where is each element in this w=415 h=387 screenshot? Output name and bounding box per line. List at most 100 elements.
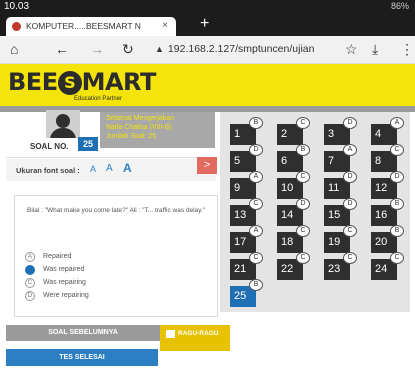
question-nav-18[interactable]: 18 C <box>277 225 310 253</box>
question-nav-16[interactable]: 16 B <box>371 198 404 226</box>
question-nav-number: 24 <box>375 263 388 275</box>
beesmart-logo: BEE S MART <box>8 68 156 96</box>
question-nav-number: 1 <box>234 128 241 140</box>
question-box: Bilal : "What make you come late?" Ali :… <box>14 195 218 317</box>
home-icon[interactable]: ⌂ <box>10 41 18 57</box>
answer-badge: C <box>296 171 310 183</box>
site-warning-icon: ▲ <box>155 44 164 54</box>
question-number-label: SOAL NO. <box>30 142 69 151</box>
question-nav-3[interactable]: 3D <box>324 117 357 145</box>
status-time: 10.03 <box>4 1 30 12</box>
question-nav-12[interactable]: 12 D <box>371 171 404 199</box>
font-size-large-button[interactable]: A <box>123 161 132 175</box>
doubtful-checkbox[interactable] <box>166 330 175 338</box>
tab-favicon-icon <box>12 22 21 31</box>
question-nav-number: 8 <box>375 155 382 167</box>
menu-kebab-icon[interactable]: ⋮ <box>400 41 414 58</box>
option-c-text: Was repairing <box>43 279 86 286</box>
answer-badge: B <box>296 144 310 156</box>
question-nav-13[interactable]: 13 C <box>230 198 263 226</box>
reload-icon[interactable]: ↻ <box>122 41 134 58</box>
question-nav-7[interactable]: 7A <box>324 144 357 172</box>
answer-badge: B <box>249 279 263 291</box>
finish-test-button[interactable]: TES SELESAI <box>6 349 158 366</box>
question-nav-15[interactable]: 15 D <box>324 198 357 226</box>
url-field[interactable]: ▲ 192.168.2.127/smptuncen/ujian <box>155 43 314 55</box>
question-nav-10[interactable]: 10 C <box>277 171 310 199</box>
question-nav-1[interactable]: 1B <box>230 117 263 145</box>
new-tab-icon[interactable]: + <box>200 15 209 33</box>
divider <box>6 157 216 158</box>
student-name: Naifa Chalisa (VIII-B) <box>106 124 172 131</box>
question-nav-25[interactable]: 25 B <box>230 279 263 307</box>
greeting-line: Selamat Mengerjakan <box>106 115 175 122</box>
download-icon[interactable]: ⤓ <box>372 41 378 58</box>
question-nav-17[interactable]: 17 A <box>230 225 263 253</box>
question-nav-21[interactable]: 21 C <box>230 252 263 280</box>
option-b-radio[interactable]: B <box>25 265 35 275</box>
answer-badge: C <box>343 225 357 237</box>
option-c-radio[interactable]: C <box>25 278 35 288</box>
answer-badge: B <box>390 198 404 210</box>
doubtful-button[interactable]: RAGU-RAGU <box>160 325 230 351</box>
question-nav-number: 17 <box>234 236 247 248</box>
question-nav-number: 4 <box>375 128 382 140</box>
avatar <box>46 110 80 138</box>
answer-badge: D <box>343 171 357 183</box>
question-nav-number: 10 <box>281 182 294 194</box>
answer-badge: B <box>390 225 404 237</box>
battery-level: 86% <box>390 1 409 11</box>
next-question-button[interactable]: > <box>197 157 217 174</box>
tab-close-icon[interactable]: × <box>162 20 168 31</box>
answer-badge: A <box>390 117 404 129</box>
question-nav-number: 13 <box>234 209 247 221</box>
previous-question-button[interactable]: SOAL SEBELUMNYA <box>6 325 160 341</box>
question-nav-number: 22 <box>281 263 294 275</box>
bookmark-star-icon[interactable]: ☆ <box>345 41 358 58</box>
answer-badge: C <box>249 198 263 210</box>
doubtful-label: RAGU-RAGU <box>178 330 219 337</box>
answer-badge: A <box>343 144 357 156</box>
question-nav-number: 25 <box>234 290 247 302</box>
question-nav-number: 3 <box>328 128 335 140</box>
question-nav-8[interactable]: 8C <box>371 144 404 172</box>
question-nav-number: 6 <box>281 155 288 167</box>
back-icon[interactable]: ← <box>55 41 69 57</box>
question-nav-24[interactable]: 24 C <box>371 252 404 280</box>
answer-badge: B <box>249 117 263 129</box>
url-text: 192.168.2.127/smptuncen/ujian <box>167 43 315 55</box>
option-a-radio[interactable]: A <box>25 252 35 262</box>
forward-icon[interactable]: → <box>90 41 104 57</box>
question-nav-2[interactable]: 2C <box>277 117 310 145</box>
question-nav-9[interactable]: 9A <box>230 171 263 199</box>
question-number-badge: 25 <box>78 137 98 151</box>
answer-badge: C <box>296 252 310 264</box>
answer-badge: D <box>249 144 263 156</box>
question-nav-number: 20 <box>375 236 388 248</box>
question-nav-23[interactable]: 23 C <box>324 252 357 280</box>
student-greeting: Selamat Mengerjakan Naifa Chalisa (VIII-… <box>100 112 215 148</box>
question-nav-20[interactable]: 20 B <box>371 225 404 253</box>
question-nav-number: 2 <box>281 128 288 140</box>
font-size-small-button[interactable]: A <box>90 164 96 174</box>
answer-badge: C <box>296 225 310 237</box>
answer-badge: A <box>249 171 263 183</box>
question-nav-11[interactable]: 11 D <box>324 171 357 199</box>
question-nav-19[interactable]: 19 C <box>324 225 357 253</box>
avatar-body-icon <box>50 128 76 138</box>
question-nav-number: 21 <box>234 263 247 275</box>
browser-tab[interactable]: KOMPUTER.....BEESMART N × <box>6 17 176 36</box>
question-nav-5[interactable]: 5D <box>230 144 263 172</box>
question-nav-number: 9 <box>234 182 241 194</box>
question-nav-6[interactable]: 6B <box>277 144 310 172</box>
question-nav-4[interactable]: 4A <box>371 117 404 145</box>
font-size-toolbar: Ukuran font soal : A A A <box>6 159 216 181</box>
avatar-head-icon <box>56 114 70 128</box>
question-nav-22[interactable]: 22 C <box>277 252 310 280</box>
option-d-radio[interactable]: D <box>25 291 35 301</box>
font-size-medium-button[interactable]: A <box>106 163 113 174</box>
question-count: Jumlah Soal: 25 <box>106 133 157 140</box>
question-nav-number: 16 <box>375 209 388 221</box>
question-nav-number: 18 <box>281 236 294 248</box>
question-nav-14[interactable]: 14 D <box>277 198 310 226</box>
